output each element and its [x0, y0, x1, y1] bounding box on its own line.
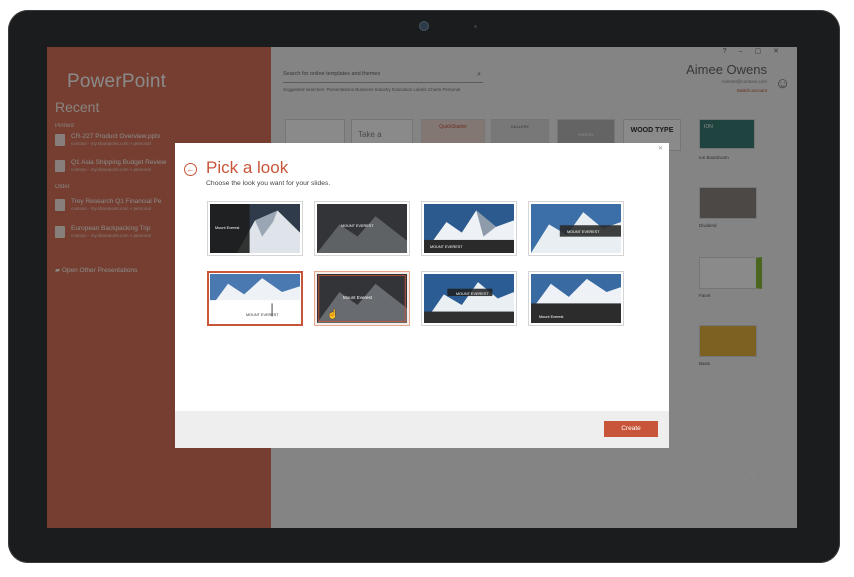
look-option[interactable]: MOUNT EVEREST: [528, 201, 624, 256]
look-preview: MOUNT EVEREST: [317, 204, 407, 253]
look-option-selected[interactable]: MOUNT EVEREST: [207, 271, 303, 326]
screen: PowerPoint Recent Pinned CR-227 Product …: [47, 47, 797, 528]
close-icon[interactable]: ✕: [658, 145, 663, 152]
camera-icon: [419, 21, 429, 31]
dialog-footer: [175, 411, 669, 448]
look-option[interactable]: MOUNT EVEREST: [421, 201, 517, 256]
back-arrow-icon[interactable]: ←: [184, 163, 197, 176]
look-preview: Mount Everest: [210, 204, 300, 253]
look-preview: Mount Everest: [531, 274, 621, 323]
pick-a-look-dialog: ✕ ← Pick a look Choose the look you want…: [175, 143, 669, 448]
mouse-cursor-icon: ☝: [327, 309, 339, 319]
look-option[interactable]: MOUNT EVEREST: [314, 201, 410, 256]
dialog-title: Pick a look: [206, 158, 289, 177]
look-preview: MOUNT EVEREST: [210, 274, 300, 323]
look-option[interactable]: Mount Everest: [207, 201, 303, 256]
dialog-subtitle: Choose the look you want for your slides…: [206, 180, 331, 187]
pointer-arrow-icon: ⇖: [749, 469, 757, 479]
create-button[interactable]: Create: [604, 421, 658, 437]
look-preview: MOUNT EVEREST: [424, 204, 514, 253]
sensor-dot: [474, 25, 477, 28]
look-option[interactable]: Mount Everest: [528, 271, 624, 326]
look-preview: MOUNT EVEREST: [531, 204, 621, 253]
look-option[interactable]: MOUNT EVEREST: [421, 271, 517, 326]
look-preview: MOUNT EVEREST: [424, 274, 514, 323]
